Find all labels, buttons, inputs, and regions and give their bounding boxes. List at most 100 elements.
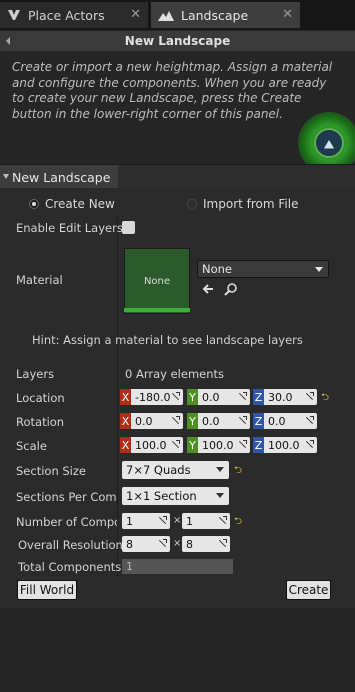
reset-to-default-icon[interactable]: ⮌: [321, 390, 329, 407]
value-text: 30.0: [268, 390, 293, 404]
y-axis-marker: Y: [187, 437, 198, 453]
material-thumbnail[interactable]: None: [124, 248, 190, 314]
sections-per-component-dropdown[interactable]: 1×1 Section: [122, 487, 229, 505]
chevron-down-icon: [315, 267, 323, 272]
reset-to-default-icon[interactable]: ⮌: [234, 514, 242, 531]
material-value: None: [202, 262, 233, 276]
overall-resolution-label: Overall Resolution: [18, 538, 123, 552]
import-from-file-radio[interactable]: Import from File: [187, 196, 298, 212]
drag-handle-icon[interactable]: [171, 392, 180, 401]
multiply-symbol: ×: [173, 515, 182, 526]
drag-handle-icon[interactable]: [305, 416, 314, 425]
components-y-field[interactable]: 1: [182, 513, 230, 529]
number-of-components-label: Number of Components: [16, 515, 117, 529]
material-label: Material: [16, 273, 63, 287]
tab-label: Landscape: [181, 7, 249, 23]
value-text: 8: [186, 537, 193, 551]
drag-handle-icon[interactable]: [171, 416, 180, 425]
scale-z-field[interactable]: 100.0: [264, 437, 317, 453]
drag-handle-icon[interactable]: [238, 392, 247, 401]
description-text: Create or import a new heightmap. Assign…: [12, 60, 333, 121]
value-text: 100.0: [268, 438, 300, 452]
value-text: 100.0: [135, 438, 167, 452]
section-header-details[interactable]: New Landscape: [0, 164, 355, 189]
multiply-symbol: ×: [173, 538, 182, 549]
value-text: 0.0: [268, 414, 286, 428]
rotation-z-field[interactable]: 0.0: [264, 413, 317, 429]
layers-label: Layers: [16, 367, 55, 381]
dropdown-value: 1×1 Section: [126, 489, 197, 503]
location-label: Location: [16, 391, 65, 405]
expand-arrow-icon[interactable]: [3, 174, 9, 179]
hint-text: Hint: Assign a material to see landscape…: [32, 333, 303, 347]
drag-handle-icon[interactable]: [171, 440, 180, 449]
drag-handle-icon[interactable]: [305, 440, 314, 449]
x-axis-marker: X: [120, 389, 131, 405]
radio-selected-icon[interactable]: [29, 199, 39, 209]
radio-label: Import from File: [203, 197, 299, 211]
total-components-label: Total Components: [18, 560, 122, 574]
rotation-x-field[interactable]: 0.0: [131, 413, 183, 429]
resolution-x-field[interactable]: 8: [122, 536, 170, 552]
sections-per-component-label: Sections Per Component: [16, 490, 117, 504]
section-size-label: Section Size: [16, 464, 86, 478]
drag-handle-icon[interactable]: [238, 416, 247, 425]
column-divider[interactable]: [117, 218, 118, 576]
section-size-dropdown[interactable]: 7×7 Quads: [122, 461, 229, 479]
drag-handle-icon[interactable]: [238, 440, 247, 449]
y-axis-marker: Y: [187, 389, 198, 405]
radio-unselected-icon[interactable]: [187, 199, 197, 209]
value-text: 0.0: [202, 414, 220, 428]
drag-handle-icon[interactable]: [305, 392, 314, 401]
location-y-field[interactable]: 0.0: [198, 389, 250, 405]
location-x-field[interactable]: -180.0: [131, 389, 183, 405]
chevron-down-icon: [216, 493, 224, 498]
radio-label: Create New: [45, 197, 115, 211]
y-axis-marker: Y: [187, 413, 198, 429]
z-axis-marker: Z: [253, 437, 264, 453]
components-x-field[interactable]: 1: [122, 513, 170, 529]
collapse-arrow-icon[interactable]: [2, 37, 10, 45]
tab-label: Place Actors: [28, 7, 105, 23]
tab-place-actors[interactable]: Place Actors ✕: [0, 2, 148, 28]
z-axis-marker: Z: [253, 413, 264, 429]
drag-handle-icon[interactable]: [158, 539, 167, 548]
reset-to-default-icon[interactable]: ⮌: [234, 463, 242, 480]
value-text: 0.0: [202, 390, 220, 404]
use-selected-arrow-icon[interactable]: [201, 282, 215, 300]
location-z-field[interactable]: 30.0: [264, 389, 317, 405]
create-new-radio[interactable]: Create New: [29, 196, 115, 212]
drag-handle-icon[interactable]: [218, 516, 227, 525]
scale-y-field[interactable]: 100.0: [198, 437, 250, 453]
value-text: 100.0: [202, 438, 234, 452]
section-title: New Landscape: [12, 169, 111, 185]
value-text: 1: [126, 514, 133, 528]
place-actors-icon: [8, 10, 20, 20]
material-asset-picker[interactable]: None: [197, 260, 329, 278]
tab-bar: Place Actors ✕ Landscape ✕: [0, 0, 355, 30]
enable-edit-layers-checkbox[interactable]: [122, 221, 135, 234]
dropdown-value: 7×7 Quads: [126, 463, 191, 477]
landscape-icon: [158, 11, 174, 21]
x-axis-marker: X: [120, 413, 131, 429]
value-text: 8: [126, 537, 133, 551]
chevron-down-icon: [216, 467, 224, 472]
z-axis-marker: Z: [253, 389, 264, 405]
rotation-y-field[interactable]: 0.0: [198, 413, 250, 429]
resolution-y-field[interactable]: 8: [182, 536, 230, 552]
close-icon[interactable]: ✕: [130, 7, 141, 22]
close-icon[interactable]: ✕: [282, 7, 293, 22]
tab-landscape[interactable]: Landscape ✕: [151, 2, 300, 28]
scale-x-field[interactable]: 100.0: [131, 437, 183, 453]
drag-handle-icon[interactable]: [158, 516, 167, 525]
scale-label: Scale: [16, 439, 47, 453]
create-button[interactable]: Create: [286, 580, 331, 600]
enable-edit-layers-label: Enable Edit Layers: [16, 221, 123, 235]
section-header-new-landscape[interactable]: New Landscape: [0, 31, 355, 51]
drag-handle-icon[interactable]: [218, 539, 227, 548]
fill-world-button[interactable]: Fill World: [17, 580, 77, 600]
value-text: 1: [186, 514, 193, 528]
material-type-bar: [124, 308, 190, 312]
thumbnail-text: None: [143, 275, 171, 287]
browse-search-icon[interactable]: [224, 282, 238, 300]
